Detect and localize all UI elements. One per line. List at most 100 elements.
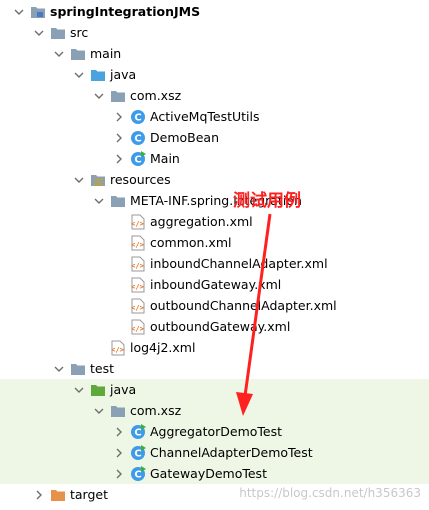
chevron-right-icon[interactable] [114,463,124,484]
class-label: GatewayDemoTest [150,466,267,481]
xml-file-label: inboundGateway.xml [150,277,282,292]
tree-row-project[interactable]: springIntegrationJMS [0,1,429,22]
class-label: Main [150,151,180,166]
xml-file-label: outboundGateway.xml [150,319,291,334]
excluded-folder-icon [50,487,66,503]
tree-row-src[interactable]: src [0,22,429,43]
tree-row-test[interactable]: test [0,358,429,379]
tree-row-test-package[interactable]: com.xsz [0,400,429,421]
resources-folder-icon [90,172,106,188]
chevron-right-icon[interactable] [34,484,44,505]
chevron-down-icon[interactable] [94,85,104,106]
xml-file-icon: </> [130,214,146,230]
chevron-right-icon[interactable] [114,442,124,463]
tree-row-test-class[interactable]: C ChannelAdapterDemoTest [0,442,429,463]
folder-label-java: java [110,382,137,397]
tree-row-main[interactable]: main [0,43,429,64]
package-folder-icon [110,88,126,104]
svg-text:C: C [134,154,141,165]
tree-row-xml[interactable]: </> common.xml [0,232,429,253]
tree-row-xml[interactable]: </> outboundChannelAdapter.xml [0,295,429,316]
xml-file-icon: </> [110,340,126,356]
xml-file-label: log4j2.xml [130,340,196,355]
tree-row-xml[interactable]: </> inboundGateway.xml [0,274,429,295]
tree-row-test-class[interactable]: C GatewayDemoTest [0,463,429,484]
tree-row-xml[interactable]: </> inboundChannelAdapter.xml [0,253,429,274]
tree-row-meta-inf[interactable]: META-INF.spring.integration [0,190,429,211]
svg-text:</>: </> [131,262,144,270]
class-label: ChannelAdapterDemoTest [150,445,313,460]
runnable-class-icon: C [130,423,146,440]
chevron-right-icon[interactable] [114,421,124,442]
svg-text:</>: </> [131,241,144,249]
svg-text:</>: </> [131,325,144,333]
folder-icon [110,193,126,209]
svg-text:C: C [134,427,141,438]
tree-row-main-java[interactable]: java [0,64,429,85]
test-source-folder-icon [90,382,106,398]
package-label: com.xsz [130,88,182,103]
xml-file-label: inboundChannelAdapter.xml [150,256,328,271]
runnable-class-icon: C [130,465,146,482]
folder-icon [50,25,66,41]
class-label: DemoBean [150,130,219,145]
chevron-down-icon[interactable] [74,379,84,400]
folder-label-test: test [90,361,115,376]
tree-row-class[interactable]: C DemoBean [0,127,429,148]
chevron-down-icon[interactable] [74,64,84,85]
package-label: com.xsz [130,403,182,418]
svg-text:C: C [134,448,141,459]
xml-file-icon: </> [130,319,146,335]
folder-label-src: src [70,25,89,40]
tree-row-resources[interactable]: resources [0,169,429,190]
class-icon: C [130,130,146,146]
xml-file-label: aggregation.xml [150,214,253,229]
chevron-down-icon[interactable] [54,358,64,379]
svg-text:</>: </> [131,304,144,312]
xml-file-icon: </> [130,277,146,293]
chevron-down-icon[interactable] [74,169,84,190]
svg-text:C: C [134,112,141,123]
chevron-down-icon[interactable] [94,400,104,421]
chevron-right-icon[interactable] [114,148,124,169]
svg-text:</>: </> [111,346,124,354]
xml-file-icon: </> [130,235,146,251]
watermark: https://blog.csdn.net/h356363 [239,486,421,500]
tree-row-xml[interactable]: </> aggregation.xml [0,211,429,232]
folder-label-java: java [110,67,137,82]
chevron-right-icon[interactable] [114,127,124,148]
xml-file-label: common.xml [150,235,232,250]
tree-row-main-package[interactable]: com.xsz [0,85,429,106]
chevron-down-icon[interactable] [34,22,44,43]
chevron-right-icon[interactable] [114,106,124,127]
class-icon: C [130,109,146,125]
module-folder-icon [30,4,46,20]
tree-row-xml[interactable]: </> outboundGateway.xml [0,316,429,337]
project-label: springIntegrationJMS [50,4,201,19]
chevron-down-icon[interactable] [14,1,24,22]
tree-row-test-class[interactable]: C AggregatorDemoTest [0,421,429,442]
xml-file-icon: </> [130,298,146,314]
svg-text:</>: </> [131,283,144,291]
xml-file-label: outboundChannelAdapter.xml [150,298,337,313]
tree-row-test-java[interactable]: java [0,379,429,400]
chevron-down-icon[interactable] [54,43,64,64]
package-folder-icon [110,403,126,419]
folder-label-resources: resources [110,172,171,187]
folder-label-main: main [90,46,122,61]
source-folder-icon [90,67,106,83]
runnable-class-icon: C [130,444,146,461]
tree-row-class[interactable]: C Main [0,148,429,169]
class-label: ActiveMqTestUtils [150,109,260,124]
tree-row-xml[interactable]: </> log4j2.xml [0,337,429,358]
annotation-label: 测试用例 [233,191,301,211]
folder-label-target: target [70,487,109,502]
chevron-down-icon[interactable] [94,190,104,211]
class-label: AggregatorDemoTest [150,424,283,439]
folder-icon [70,361,86,377]
svg-text:</>: </> [131,220,144,228]
xml-file-icon: </> [130,256,146,272]
folder-icon [70,46,86,62]
tree-row-class[interactable]: C ActiveMqTestUtils [0,106,429,127]
svg-text:C: C [134,469,141,480]
